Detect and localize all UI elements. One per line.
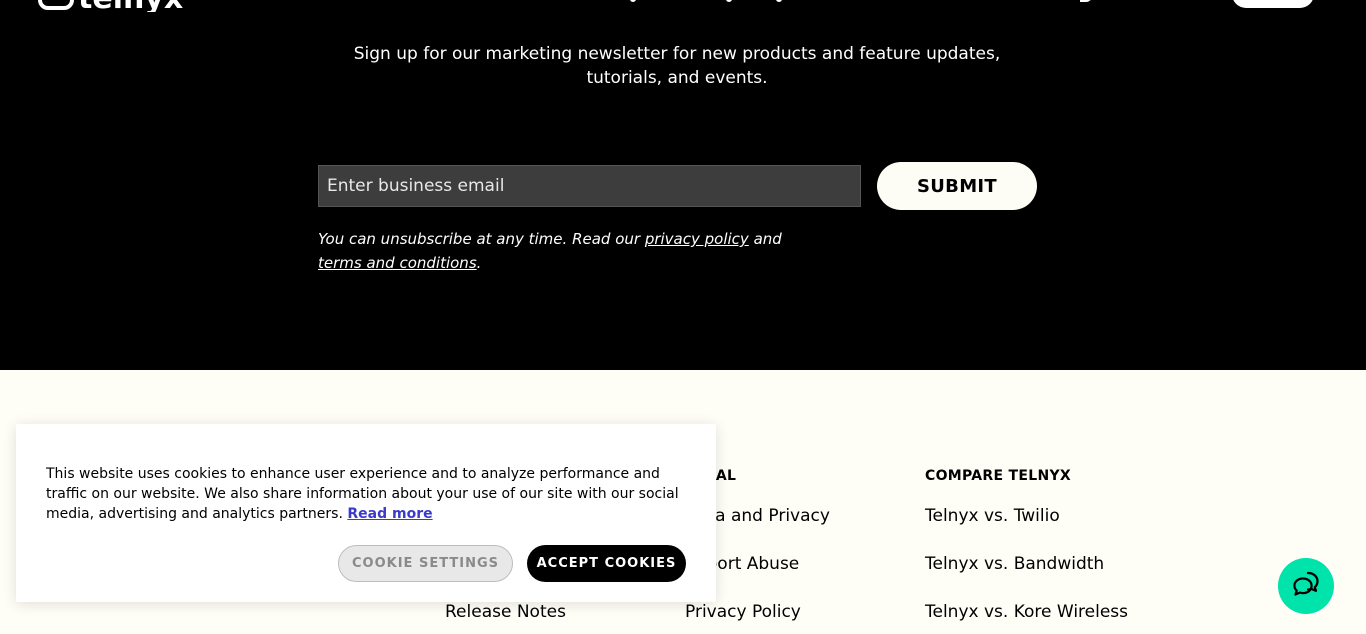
footer-column-compare: COMPARE TELNYX Telnyx vs. Twilio Telnyx … [925,466,1128,622]
telnyx-logo[interactable]: telnyx [38,0,188,12]
nav-item-fragment[interactable] [630,0,636,2]
nav-cta-button[interactable] [1232,0,1314,8]
chat-bubbles-icon [1289,568,1323,605]
terms-link[interactable]: terms and conditions [318,254,477,272]
newsletter-description: Sign up for our marketing newsletter for… [353,44,1001,88]
footer-link-vs-twilio[interactable]: Telnyx vs. Twilio [925,504,1185,552]
footer-column-heading: COMPARE TELNYX [925,468,1072,484]
footer-link-privacy-policy[interactable]: Privacy Policy [685,600,945,634]
accept-cookies-button[interactable]: ACCEPT COOKIES [527,545,686,582]
submit-button[interactable]: SUBMIT [877,162,1037,210]
nav-item-fragment[interactable] [726,0,732,2]
disclaimer-suffix: . [476,254,482,272]
chat-widget-button[interactable] [1278,558,1334,614]
nav-item-fragment[interactable] [776,0,782,2]
disclaimer-prefix: You can unsubscribe at any time. Read ou… [318,230,645,248]
read-more-link[interactable]: Read more [347,506,432,522]
cookie-banner: This website uses cookies to enhance use… [16,424,716,602]
search-icon[interactable] [1080,0,1092,2]
email-field[interactable] [318,165,861,207]
newsletter-section: telnyx Sign up for our marketing newslet… [0,0,1354,370]
logo-wordmark: telnyx [78,0,183,12]
disclaimer-and: and [748,230,782,248]
footer-link-release-notes[interactable]: Release Notes [445,600,705,634]
cookie-settings-button[interactable]: COOKIE SETTINGS [338,545,513,582]
scrollbar-gutter[interactable] [1354,370,1366,634]
cookie-text: This website uses cookies to enhance use… [46,464,696,524]
footer-link-data-privacy[interactable]: Data and Privacy [685,504,945,552]
footer-link-vs-bandwidth[interactable]: Telnyx vs. Bandwidth [925,552,1185,600]
footer-link-report-abuse[interactable]: Report Abuse [685,552,945,600]
newsletter-disclaimer: You can unsubscribe at any time. Read ou… [318,227,788,275]
logo-mark-icon [38,0,74,10]
footer-link-vs-kore[interactable]: Telnyx vs. Kore Wireless [925,600,1185,634]
privacy-policy-link[interactable]: privacy policy [645,230,749,248]
